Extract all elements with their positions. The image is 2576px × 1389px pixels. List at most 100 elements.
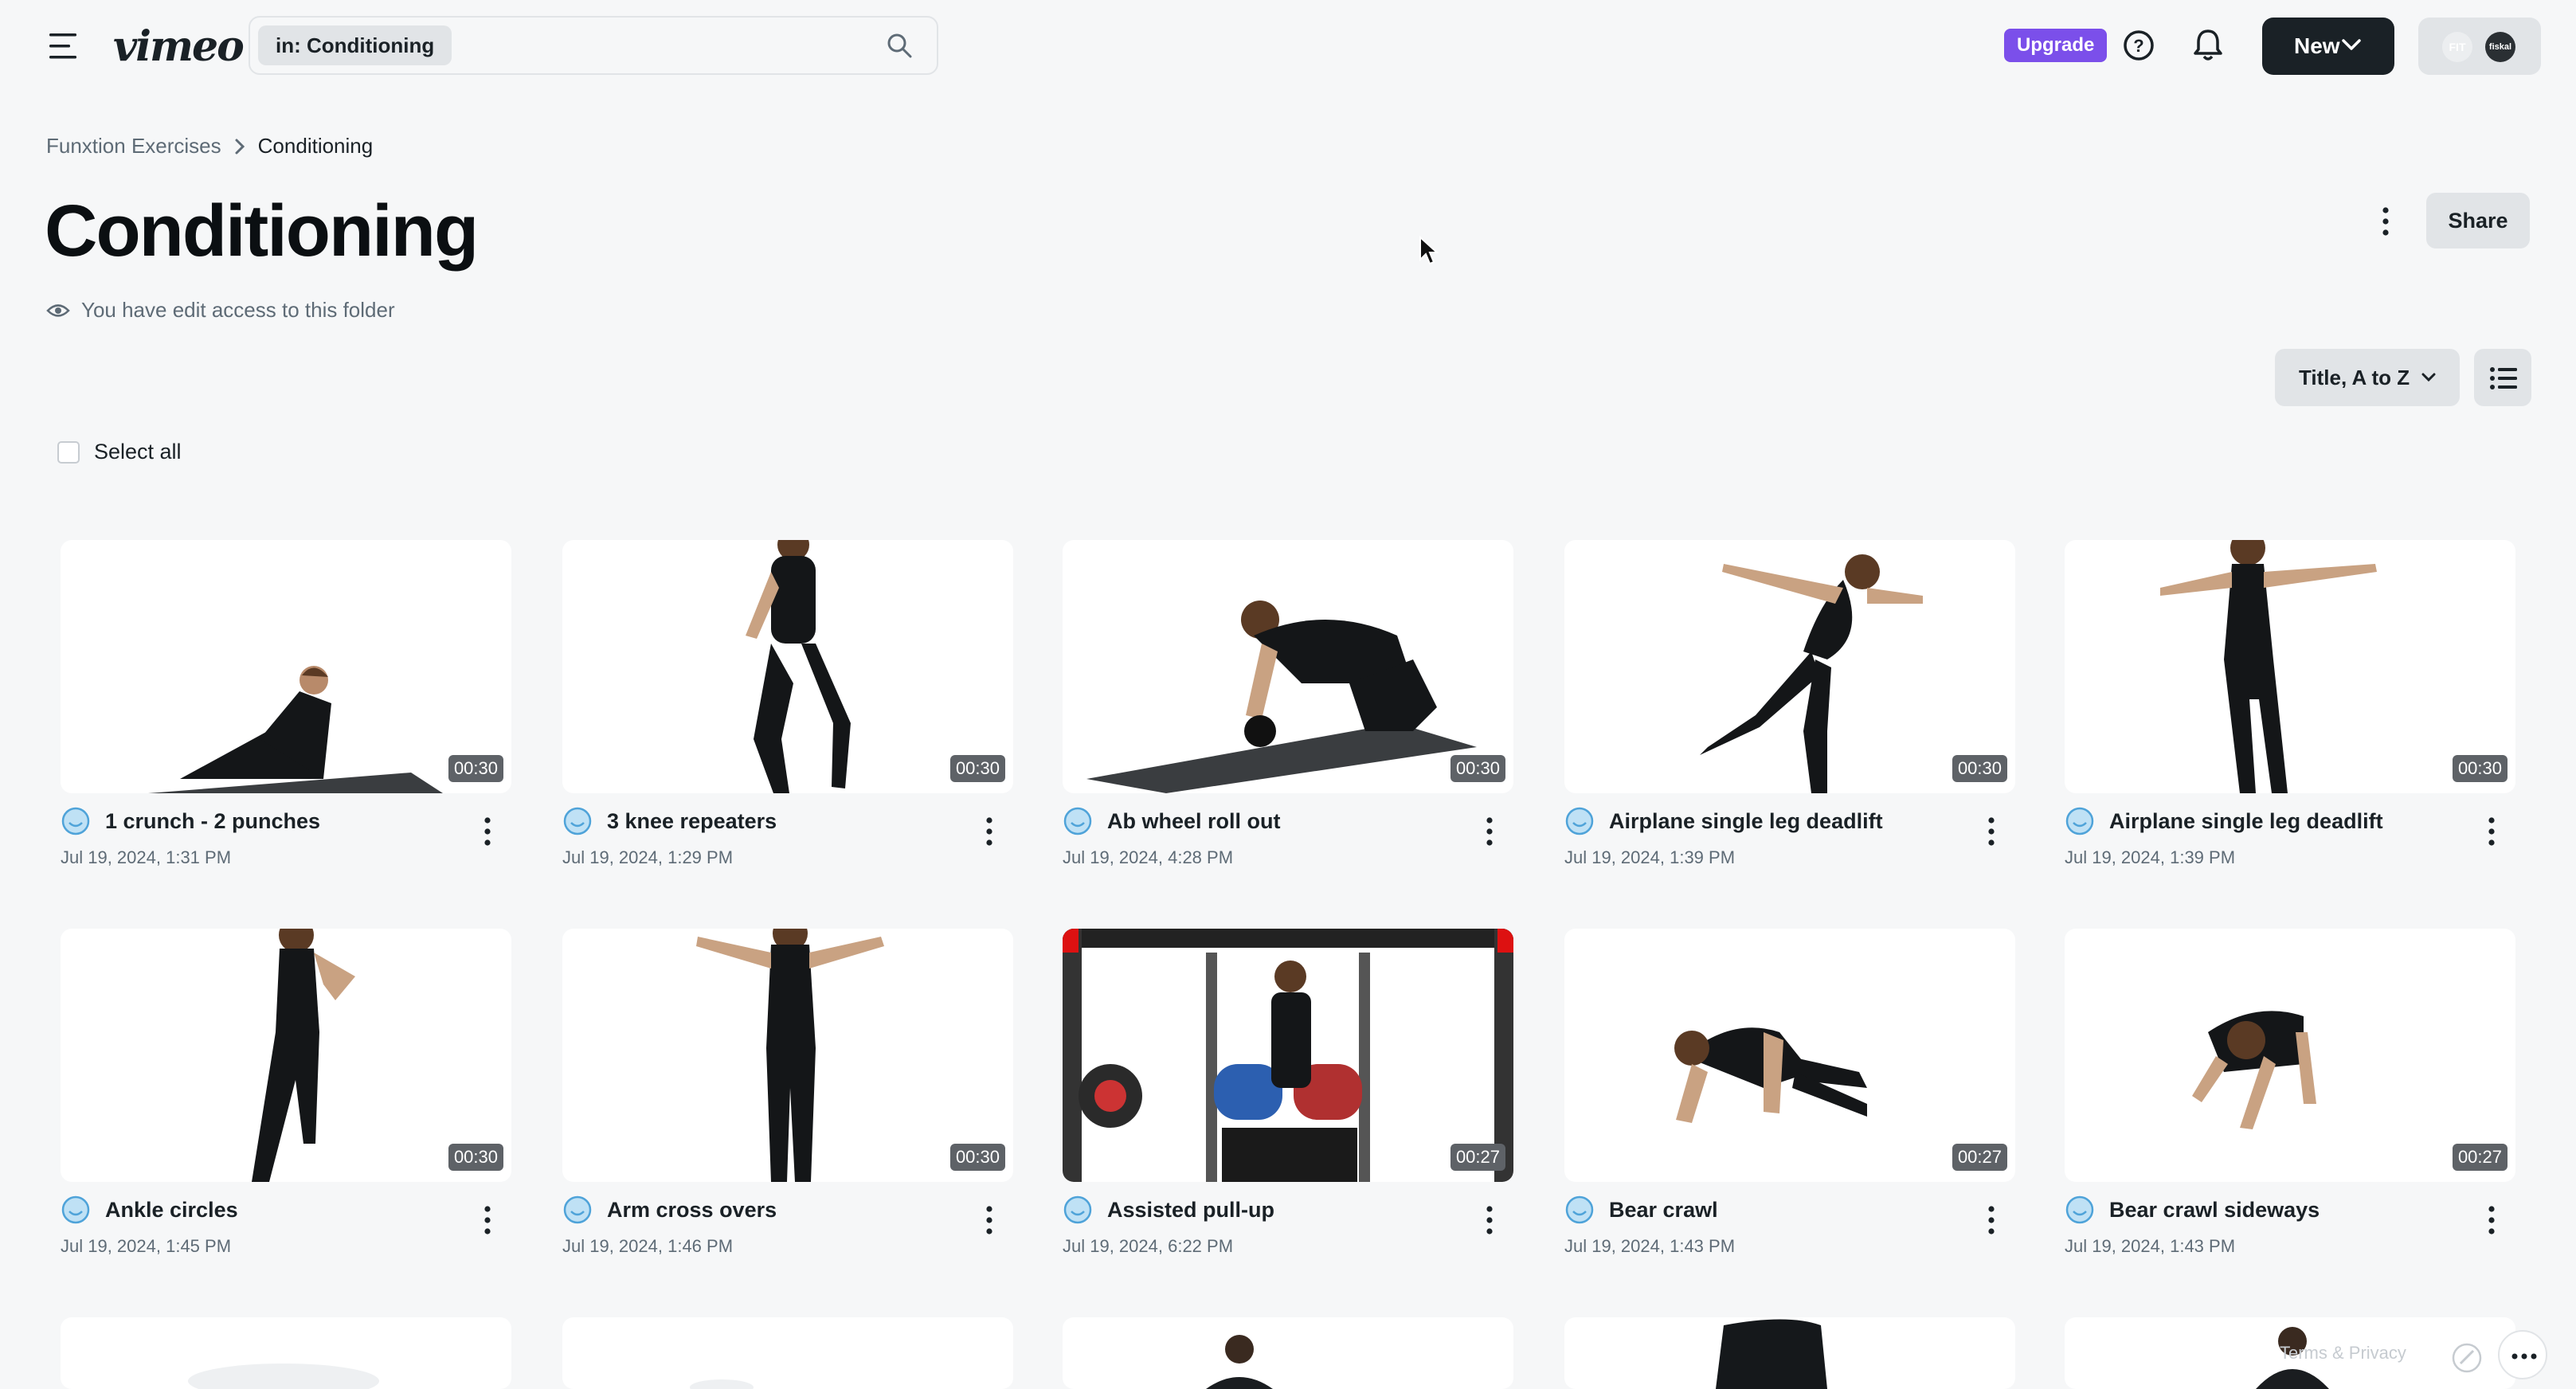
eye-icon (46, 303, 70, 317)
kebab-icon (2382, 207, 2389, 236)
video-date: Jul 19, 2024, 1:31 PM (61, 847, 232, 867)
video-card[interactable]: 00:30 Ankle circles Jul 19, 2024, 1:45 PM (61, 929, 511, 1279)
chevron-down-icon (2421, 373, 2436, 382)
kebab-icon[interactable] (478, 1204, 497, 1236)
list-view-toggle[interactable] (2474, 349, 2531, 406)
search-input[interactable] (465, 25, 848, 65)
video-title[interactable]: Ab wheel roll out (1107, 809, 1281, 834)
video-status-icon (61, 807, 90, 835)
video-thumbnail[interactable]: 00:30 (562, 540, 1013, 793)
breadcrumb-parent-link[interactable]: Funxtion Exercises (46, 134, 221, 158)
duration-badge: 00:30 (1952, 755, 2007, 782)
video-title[interactable]: 1 crunch - 2 punches (105, 809, 320, 834)
more-options-button[interactable] (2498, 1330, 2547, 1379)
chevron-down-icon (2342, 39, 2361, 50)
terms-link[interactable]: Terms & Privacy (2280, 1343, 2406, 1364)
video-thumbnail[interactable]: 00:27 (2065, 929, 2515, 1182)
account-menu[interactable]: FIT fiskal (2418, 18, 2541, 75)
kebab-icon[interactable] (1480, 1204, 1499, 1236)
duration-badge: 00:27 (2452, 1144, 2507, 1171)
search-scope-chip[interactable]: in: Conditioning (258, 25, 452, 65)
video-card[interactable]: 00:30 Arm cross overs Jul 19, 2024, 1:46 P… (562, 929, 1013, 1279)
help-button[interactable]: ? (2122, 29, 2155, 62)
search-bar[interactable]: in: Conditioning (249, 16, 938, 75)
video-thumbnail[interactable]: 00:30 (1564, 540, 2015, 793)
video-date: Jul 19, 2024, 4:28 PM (1063, 847, 1234, 867)
video-card[interactable]: 00:30 Airplane single leg deadlift Jul 19,… (1564, 540, 2015, 890)
kebab-icon[interactable] (478, 816, 497, 847)
duration-badge: 00:30 (2452, 755, 2507, 782)
video-thumbnail[interactable]: 00:30 (1063, 540, 1513, 793)
kebab-icon[interactable] (1982, 1204, 2001, 1236)
page-title: Conditioning (45, 190, 479, 272)
duration-badge: 00:30 (448, 755, 503, 782)
video-thumbnail[interactable]: 00:30 (61, 540, 511, 793)
mouse-cursor (1418, 236, 1439, 268)
notifications-button[interactable] (2192, 27, 2224, 62)
share-button[interactable]: Share (2426, 193, 2530, 248)
video-status-icon (563, 1195, 592, 1224)
chevron-right-icon (235, 139, 245, 154)
duration-badge: 00:30 (448, 1144, 503, 1171)
video-date: Jul 19, 2024, 1:29 PM (562, 847, 734, 867)
video-thumbnail[interactable] (1564, 1317, 2015, 1389)
folder-options-button[interactable] (2370, 204, 2401, 239)
new-button-label: New (2294, 33, 2340, 58)
video-card[interactable]: 00:27 Bear crawl sideways Jul 19, 2024, 1:… (2065, 929, 2515, 1279)
video-status-icon (61, 1195, 90, 1224)
video-card[interactable]: 00:30 3 knee repeaters Jul 19, 2024, 1:29 … (562, 540, 1013, 890)
new-button[interactable]: New (2262, 18, 2394, 75)
video-thumbnail[interactable] (61, 1317, 511, 1389)
video-thumbnail[interactable]: 00:27 (1564, 929, 2015, 1182)
video-title[interactable]: Airplane single leg deadlift (2109, 809, 2383, 834)
kebab-icon[interactable] (1480, 816, 1499, 847)
sort-dropdown[interactable]: Title, A to Z (2275, 349, 2460, 406)
video-thumbnail[interactable]: 00:27 (1063, 929, 1513, 1182)
video-card-partial[interactable] (1063, 1317, 1513, 1389)
search-icon[interactable] (886, 32, 913, 59)
video-title[interactable]: Bear crawl (1609, 1198, 1718, 1223)
menu-icon (49, 33, 76, 59)
kebab-icon[interactable] (1982, 816, 2001, 847)
duration-badge: 00:30 (949, 1144, 1005, 1171)
video-date: Jul 19, 2024, 1:43 PM (2065, 1236, 2236, 1256)
video-thumbnail[interactable]: 00:30 (562, 929, 1013, 1182)
more-horizontal-icon (2511, 1353, 2537, 1360)
video-title[interactable]: Airplane single leg deadlift (1609, 809, 1883, 834)
video-card[interactable]: 00:27 Assisted pull-up Jul 19, 2024, 6:22 … (1063, 929, 1513, 1279)
video-title[interactable]: Arm cross overs (607, 1198, 777, 1223)
video-card-partial[interactable] (562, 1317, 1013, 1389)
video-status-icon (1565, 1195, 1594, 1224)
video-card[interactable]: 00:27 Bear crawl Jul 19, 2024, 1:43 PM (1564, 929, 2015, 1279)
kebab-icon[interactable] (980, 816, 999, 847)
select-all-checkbox[interactable] (57, 440, 80, 464)
video-card-partial[interactable] (61, 1317, 511, 1389)
video-card[interactable]: 00:30 Airplane single leg deadlift Jul 19,… (2065, 540, 2515, 890)
list-view-icon (2490, 367, 2517, 389)
video-title[interactable]: Ankle circles (105, 1198, 238, 1223)
theme-toggle[interactable] (2447, 1338, 2487, 1378)
upgrade-button[interactable]: Upgrade (2004, 29, 2108, 62)
kebab-icon[interactable] (2482, 1204, 2501, 1236)
duration-badge: 00:30 (1450, 755, 1505, 782)
video-thumbnail[interactable] (562, 1317, 1013, 1389)
video-card[interactable]: 00:30 Ab wheel roll out Jul 19, 2024, 4:28… (1063, 540, 1513, 890)
video-title[interactable]: Assisted pull-up (1107, 1198, 1274, 1223)
duration-badge: 00:27 (1450, 1144, 1505, 1171)
video-status-icon (1063, 807, 1092, 835)
video-thumbnail[interactable]: 00:30 (2065, 540, 2515, 793)
kebab-icon[interactable] (2482, 816, 2501, 847)
help-icon: ? (2124, 30, 2154, 61)
video-title[interactable]: Bear crawl sideways (2109, 1198, 2320, 1223)
video-date: Jul 19, 2024, 1:39 PM (2065, 847, 2236, 867)
video-thumbnail[interactable] (1063, 1317, 1513, 1389)
theme-icon (2452, 1343, 2482, 1373)
video-card[interactable]: 00:30 1 crunch - 2 punches Jul 19, 2024, 1… (61, 540, 511, 890)
kebab-icon[interactable] (980, 1204, 999, 1236)
select-all[interactable]: Select all (57, 440, 182, 464)
video-thumbnail[interactable]: 00:30 (61, 929, 511, 1182)
video-title[interactable]: 3 knee repeaters (607, 809, 777, 834)
video-card-partial[interactable] (1564, 1317, 2015, 1389)
vimeo-logo[interactable]: vimeo (113, 22, 245, 71)
menu-button[interactable] (45, 30, 81, 62)
